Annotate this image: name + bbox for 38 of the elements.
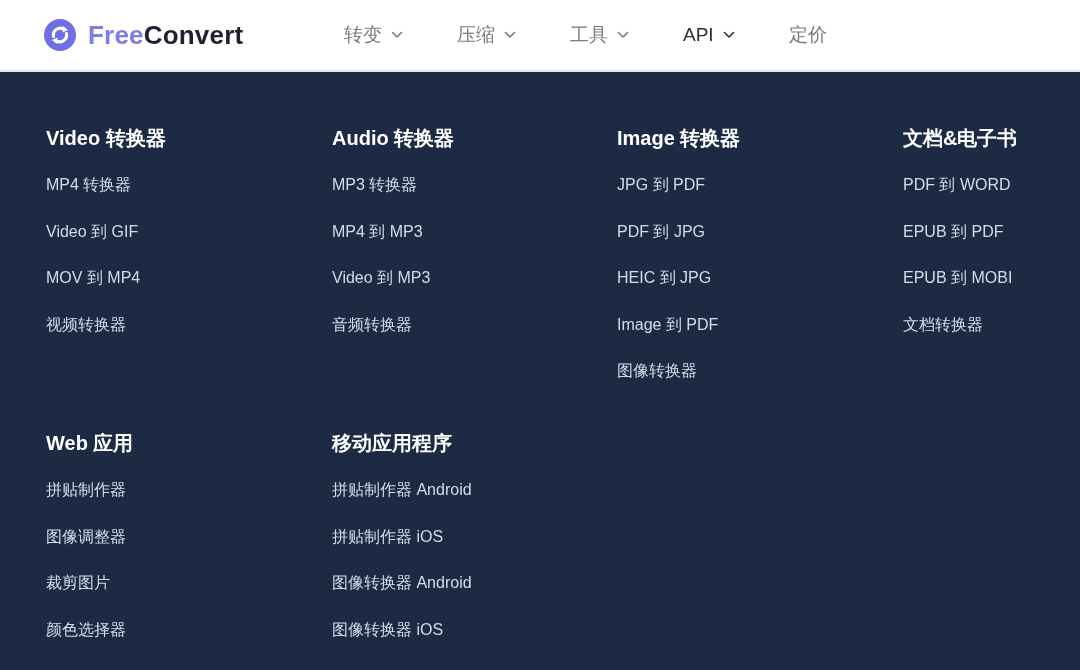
menu-link[interactable]: EPUB 到 PDF xyxy=(903,220,1004,243)
section-heading: Audio 转换器 xyxy=(332,126,455,151)
section-heading: Web 应用 xyxy=(46,431,134,456)
logo-icon[interactable] xyxy=(44,19,76,51)
menu-link[interactable]: MP3 转换器 xyxy=(332,174,418,196)
nav-menu-button[interactable]: 工具 xyxy=(570,22,629,48)
menu-link[interactable]: 拼贴制作器 Android xyxy=(332,479,472,501)
menu-link[interactable]: HEIC 到 JPG xyxy=(617,267,712,289)
nav-menu-button[interactable]: 定价 xyxy=(788,22,827,48)
menu-link[interactable]: 图像转换器 Android xyxy=(332,572,472,594)
menu-link[interactable]: Video 到 MP3 xyxy=(332,267,431,289)
menu-link[interactable]: 图像转换器 xyxy=(617,360,697,382)
menu-link[interactable]: 拼贴制作器 iOS xyxy=(332,525,444,548)
menu-link[interactable]: 裁剪图片 xyxy=(46,572,110,594)
menu-link[interactable]: MP4 转换器 xyxy=(46,174,132,196)
menu-link[interactable]: Video 到 GIF xyxy=(46,220,139,243)
section-heading: Image 转换器 xyxy=(617,126,741,151)
menu-link[interactable]: 视频转换器 xyxy=(46,313,126,336)
menu-link[interactable]: 图像调整器 xyxy=(46,525,126,548)
menu-link[interactable]: 图像转换器 iOS xyxy=(332,618,444,641)
menu-link[interactable]: JPG 到 PDF xyxy=(617,174,705,196)
menu-link[interactable]: 文档转换器 xyxy=(903,313,983,336)
section-heading: 移动应用程序 xyxy=(332,431,452,456)
menu-link[interactable]: PDF 到 JPG xyxy=(617,220,705,243)
nav-menu-button[interactable]: 压缩 xyxy=(457,22,516,48)
menu-link[interactable]: 颜色选择器 xyxy=(46,618,126,641)
menu-link[interactable]: 拼贴制作器 xyxy=(46,479,126,501)
menu-link[interactable]: 音频转换器 xyxy=(332,313,412,336)
menu-link[interactable]: MP4 到 MP3 xyxy=(332,220,423,243)
menu-link[interactable]: MOV 到 MP4 xyxy=(46,267,141,289)
section-heading: 文档&电子书 xyxy=(903,126,1018,151)
nav-menu-button[interactable]: API xyxy=(683,22,735,48)
section-heading: Video 转换器 xyxy=(46,126,166,151)
menu-link[interactable]: EPUB 到 MOBI xyxy=(903,267,1013,289)
menu-link[interactable]: Image 到 PDF xyxy=(617,313,719,336)
menu-link[interactable]: PDF 到 WORD xyxy=(903,174,1011,196)
nav-menu-button[interactable]: 转变 xyxy=(344,22,403,48)
brand-logo-text[interactable]: FreeConvert xyxy=(88,19,244,51)
